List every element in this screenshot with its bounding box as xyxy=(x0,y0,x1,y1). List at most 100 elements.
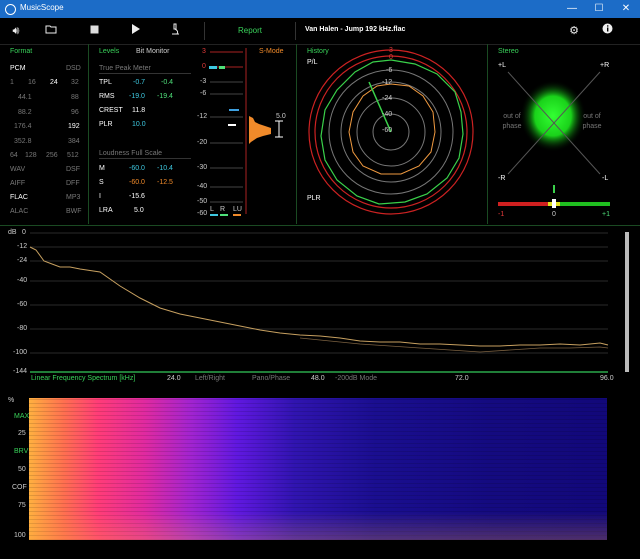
rms-right: -19.4 xyxy=(157,93,173,100)
gear-icon[interactable]: ⚙ xyxy=(566,23,582,39)
app-icon xyxy=(5,4,16,15)
dsd-64: 64 xyxy=(10,152,18,159)
ring-label-m40: -40 xyxy=(382,111,393,118)
type-dff: DFF xyxy=(66,180,80,187)
spectrogram-max: MAX xyxy=(14,413,30,420)
true-peak-meter-label: True Peak Meter xyxy=(99,65,151,72)
spectrum-title: Linear Frequency Spectrum [kHz] xyxy=(31,375,136,382)
format-title: Format xyxy=(10,48,33,55)
level-meter: 3 0 -3 -6 -12 -20 -30 -40 -50 -60 S-Mode… xyxy=(193,44,297,224)
out-of-phase-right: out of phase xyxy=(582,113,602,130)
spectrogram-50: 50 xyxy=(18,466,26,473)
bits-16: 16 xyxy=(28,79,36,86)
spectrum-scrollbar[interactable] xyxy=(625,232,629,372)
rate-88-2: 88.2 xyxy=(18,109,32,116)
dsd-256: 256 xyxy=(46,152,58,159)
ring-label-3: 3 xyxy=(389,47,393,54)
dsd-label: DSD xyxy=(66,65,81,72)
bits-1: 1 xyxy=(10,79,14,86)
levels-title: Levels xyxy=(99,48,120,55)
m-max: -10.4 xyxy=(157,165,173,172)
spectrogram-100: 100 xyxy=(14,532,26,539)
type-aiff: AIFF xyxy=(10,180,26,187)
toolbar-separator xyxy=(204,22,205,40)
stop-icon[interactable] xyxy=(86,23,102,39)
correlation-plus-one: +1 xyxy=(602,211,610,218)
report-button[interactable]: Report xyxy=(238,26,262,35)
minimize-button[interactable]: — xyxy=(565,2,579,15)
info-icon[interactable] xyxy=(599,23,615,39)
meter-lu-label: LU xyxy=(233,206,242,213)
type-bwf: BWF xyxy=(66,208,82,215)
history-panel: History P/L PLR 3 0 -6 -12 -24 -40 -60 xyxy=(297,44,488,224)
rms-label: RMS xyxy=(99,93,115,100)
ring-label-m60: -60 xyxy=(382,127,393,134)
play-icon[interactable] xyxy=(127,23,143,39)
close-button[interactable]: ✕ xyxy=(619,2,633,15)
type-flac: FLAC xyxy=(10,194,28,201)
spectrum-x-24: 24.0 xyxy=(167,375,181,382)
maximize-button[interactable]: ☐ xyxy=(592,2,606,15)
type-mp3: MP3 xyxy=(66,194,81,201)
tpl-left: -0.7 xyxy=(133,79,146,86)
spectrum-x-72: 72.0 xyxy=(455,375,469,382)
microscope-icon[interactable] xyxy=(167,23,183,39)
rms-left: -19.0 xyxy=(129,93,145,100)
stereo-panel: Stereo +L +R -R -L out of phase out of p… xyxy=(488,44,618,224)
s-value: -60.0 xyxy=(129,179,145,186)
dsd-512: 512 xyxy=(67,152,79,159)
rate-88: 88 xyxy=(71,94,79,101)
spectrum-x-96: 96.0 xyxy=(600,375,614,382)
correlation-zero: 0 xyxy=(552,211,556,218)
meter-graphic xyxy=(209,48,283,216)
stereo-goniometer xyxy=(498,71,610,208)
spectrogram-25: 25 xyxy=(18,430,26,437)
plr-label: PLR xyxy=(99,121,113,128)
pcm-label: PCM xyxy=(10,65,26,72)
format-panel: Format PCM DSD 1 16 24 32 44.1 88 88.2 9… xyxy=(0,44,89,224)
bit-monitor-label[interactable]: Bit Monitor xyxy=(136,48,169,55)
i-label: I xyxy=(99,193,101,200)
meter-readout: 5.0 xyxy=(276,113,286,120)
pano-phase-mode[interactable]: Pano/Phase xyxy=(252,375,290,382)
lra-value: 5.0 xyxy=(134,207,144,214)
s-max: -12.5 xyxy=(157,179,173,186)
rate-352: 352.8 xyxy=(14,138,32,145)
speaker-icon[interactable]: 🔊︎ xyxy=(8,23,24,39)
i-value: -15.6 xyxy=(129,193,145,200)
tpl-right: -0.4 xyxy=(161,79,174,86)
s-label: S xyxy=(99,179,104,186)
title-bar: MusicScope — ☐ ✕ xyxy=(0,0,640,18)
dsd-128: 128 xyxy=(25,152,37,159)
meter-l-label: L xyxy=(210,206,214,213)
ring-label-0: 0 xyxy=(389,54,393,61)
meter-r-label: R xyxy=(220,206,226,213)
spectrum-panel: dB 0 -12 -24 -40 -60 -80 -100 -144 Linea… xyxy=(0,226,640,388)
m-value: -60.0 xyxy=(129,165,145,172)
lra-label: LRA xyxy=(99,207,113,214)
file-name: Van Halen - Jump 192 kHz.flac xyxy=(305,26,406,33)
spectrogram-brv: BRV xyxy=(14,448,29,455)
loudness-label: Loudness Full Scale xyxy=(99,150,163,157)
crest-value: 11.8 xyxy=(132,107,146,114)
type-alac: ALAC xyxy=(10,208,29,215)
toolbar-separator xyxy=(295,22,296,40)
spectrogram-percent: % xyxy=(8,397,15,404)
plr-value: 10.0 xyxy=(132,121,146,128)
spectrum-x-48: 48.0 xyxy=(311,375,325,382)
folder-icon[interactable] xyxy=(43,23,59,39)
s-mode-label[interactable]: S-Mode xyxy=(259,48,284,55)
spectrogram-cof: COF xyxy=(12,484,27,491)
left-right-mode[interactable]: Left/Right xyxy=(195,375,225,382)
rate-44: 44.1 xyxy=(18,94,32,101)
minus-200db-mode[interactable]: -200dB Mode xyxy=(335,375,377,382)
correlation-minus-one: -1 xyxy=(498,211,505,218)
rate-96: 96 xyxy=(71,109,79,116)
toolbar: 🔊︎ Report Van Halen - Jump 192 kHz.flac … xyxy=(0,18,640,45)
m-label: M xyxy=(99,165,105,172)
out-of-phase-left: out of phase xyxy=(502,113,522,130)
spectrogram-75: 75 xyxy=(18,502,26,509)
crest-label: CREST xyxy=(99,107,123,114)
rate-384: 384 xyxy=(68,138,80,145)
spectrum-plot xyxy=(29,232,609,373)
